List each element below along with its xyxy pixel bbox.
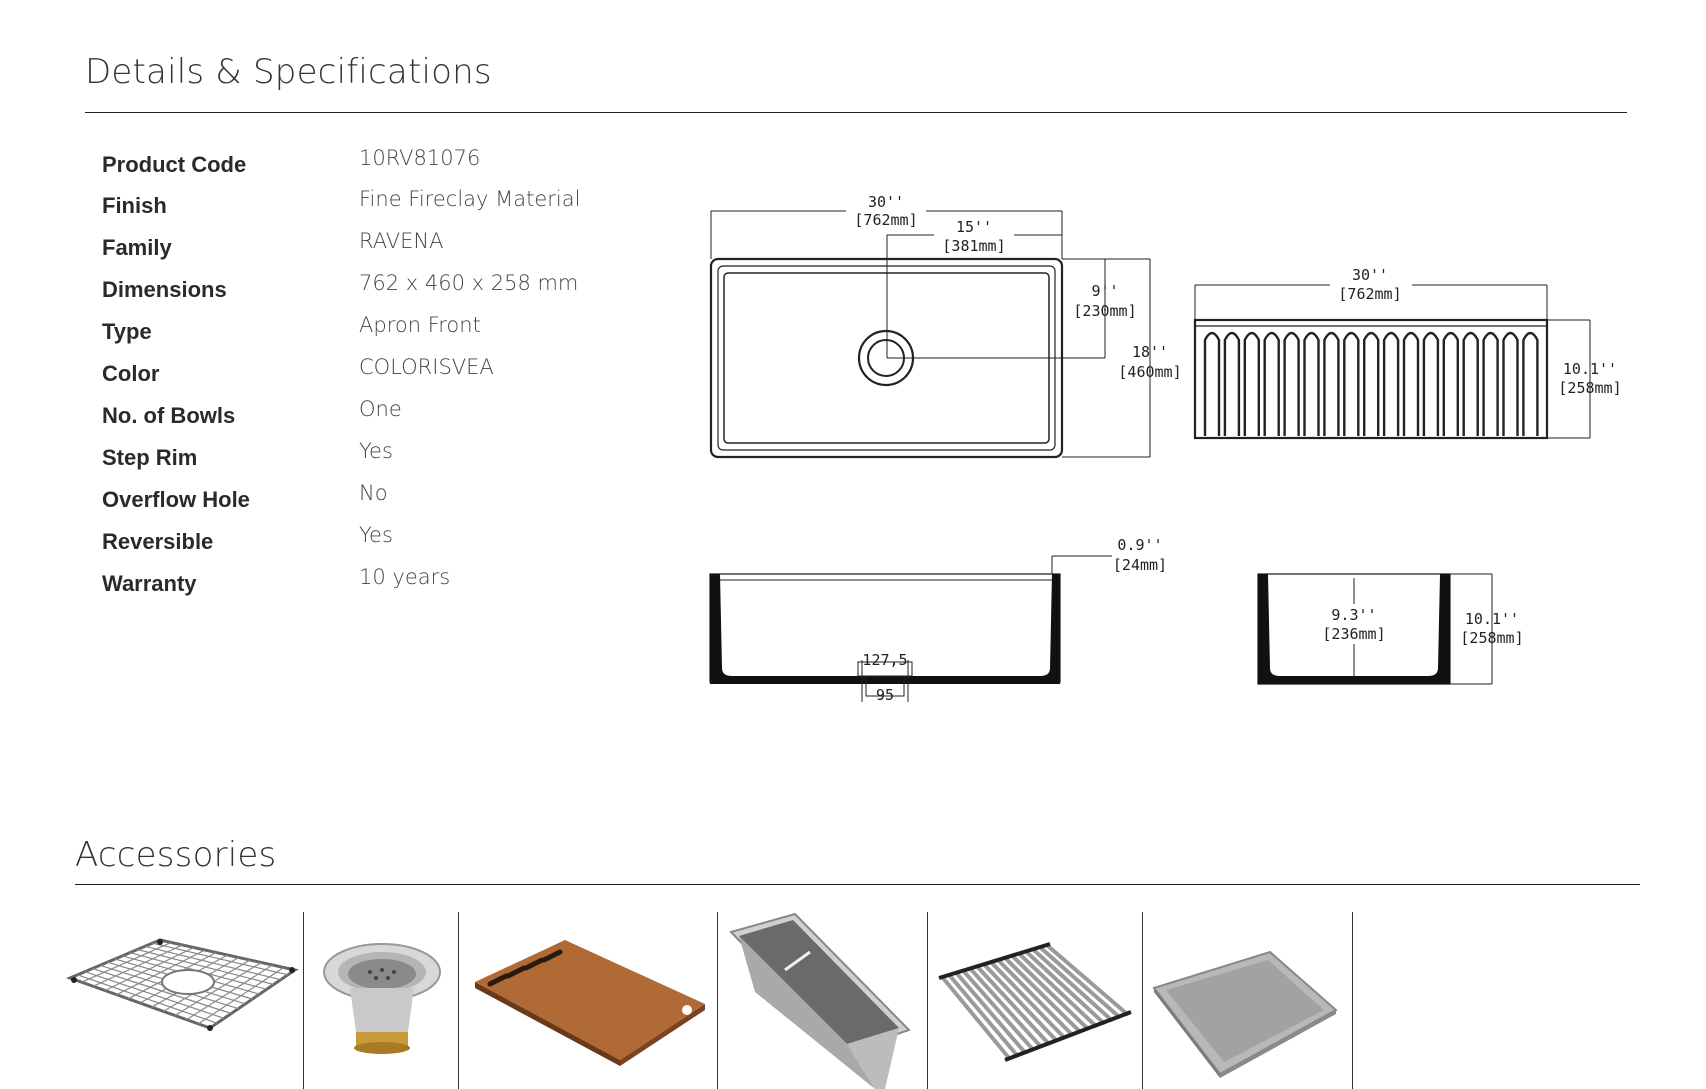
roll-up-rack-icon[interactable] <box>935 932 1135 1062</box>
apron-flute <box>1203 331 1221 436</box>
dim-drain-outer: 127,5 <box>862 651 907 669</box>
apron-flute <box>1382 331 1400 436</box>
accessory-divider <box>1352 912 1353 1089</box>
apron-flute <box>1263 331 1280 436</box>
dim-front-height-mm: [258mm] <box>1558 379 1621 397</box>
apron-flute <box>1482 331 1499 436</box>
accessory-divider <box>717 912 718 1089</box>
apron-flute <box>1462 331 1479 436</box>
apron-flute <box>1422 331 1440 436</box>
dim-end-height-in: 10.1'' <box>1465 610 1519 628</box>
technical-drawings: 30'' [762mm] 15'' [381mm] 9'' [230mm] 18… <box>709 192 1622 704</box>
dim-center-mm: [381mm] <box>942 237 1005 255</box>
accessory-divider <box>1142 912 1143 1089</box>
accessories-strip <box>60 912 1360 1089</box>
apron-flute <box>1402 331 1420 436</box>
drain-tray-icon[interactable] <box>1150 948 1340 1078</box>
dim-depth-mm: [460mm] <box>1118 363 1181 381</box>
accessory-divider <box>458 912 459 1089</box>
accessories-section-title: Accessories <box>75 835 277 875</box>
basket-strainer-icon[interactable] <box>320 932 450 1062</box>
front-view-drawing <box>1193 284 1591 440</box>
apron-flute <box>1223 331 1241 436</box>
dim-rim-in: 0.9'' <box>1117 536 1162 554</box>
bottom-grid-icon[interactable] <box>60 930 300 1040</box>
dim-width-in: 30'' <box>868 193 904 211</box>
colander-icon[interactable] <box>725 912 915 1089</box>
dim-drain-inner: 95 <box>876 686 894 704</box>
side-section-drawing <box>709 555 1112 702</box>
accessories-divider <box>75 884 1640 885</box>
end-section-dimensions: 9.3'' [236mm] 10.1'' [258mm] <box>1310 604 1524 647</box>
apron-flute <box>1442 331 1459 436</box>
dim-front-height-in: 10.1'' <box>1563 360 1617 378</box>
dim-drain-mm: [230mm] <box>1073 302 1136 320</box>
apron-flute <box>1363 331 1380 436</box>
apron-flute <box>1522 331 1539 436</box>
dim-depth-in: 18'' <box>1132 343 1168 361</box>
dim-center-in: 15'' <box>956 218 992 236</box>
dim-front-width-in: 30'' <box>1352 266 1388 284</box>
apron-flute <box>1283 331 1300 436</box>
dim-inner-mm: [236mm] <box>1322 625 1385 643</box>
dim-end-height-mm: [258mm] <box>1460 629 1523 647</box>
cutting-board-icon[interactable] <box>470 932 710 1072</box>
accessory-divider <box>303 912 304 1089</box>
dim-front-width-mm: [762mm] <box>1338 285 1401 303</box>
apron-flute <box>1303 331 1320 436</box>
apron-flute <box>1243 331 1260 436</box>
dim-drain-in: 9'' <box>1091 282 1118 300</box>
apron-flute <box>1323 331 1340 436</box>
front-view-dimensions: 30'' [762mm] 10.1'' [258mm] <box>1330 264 1622 397</box>
dim-inner-in: 9.3'' <box>1331 606 1376 624</box>
top-view-dimensions: 30'' [762mm] 15'' [381mm] 9'' [230mm] 18… <box>846 192 1182 381</box>
dim-width-mm: [762mm] <box>854 211 917 229</box>
accessory-divider <box>927 912 928 1089</box>
dim-rim-mm: [24mm] <box>1113 556 1167 574</box>
top-view-drawing <box>709 210 1151 459</box>
apron-flute <box>1343 331 1360 436</box>
apron-flute <box>1502 331 1519 436</box>
